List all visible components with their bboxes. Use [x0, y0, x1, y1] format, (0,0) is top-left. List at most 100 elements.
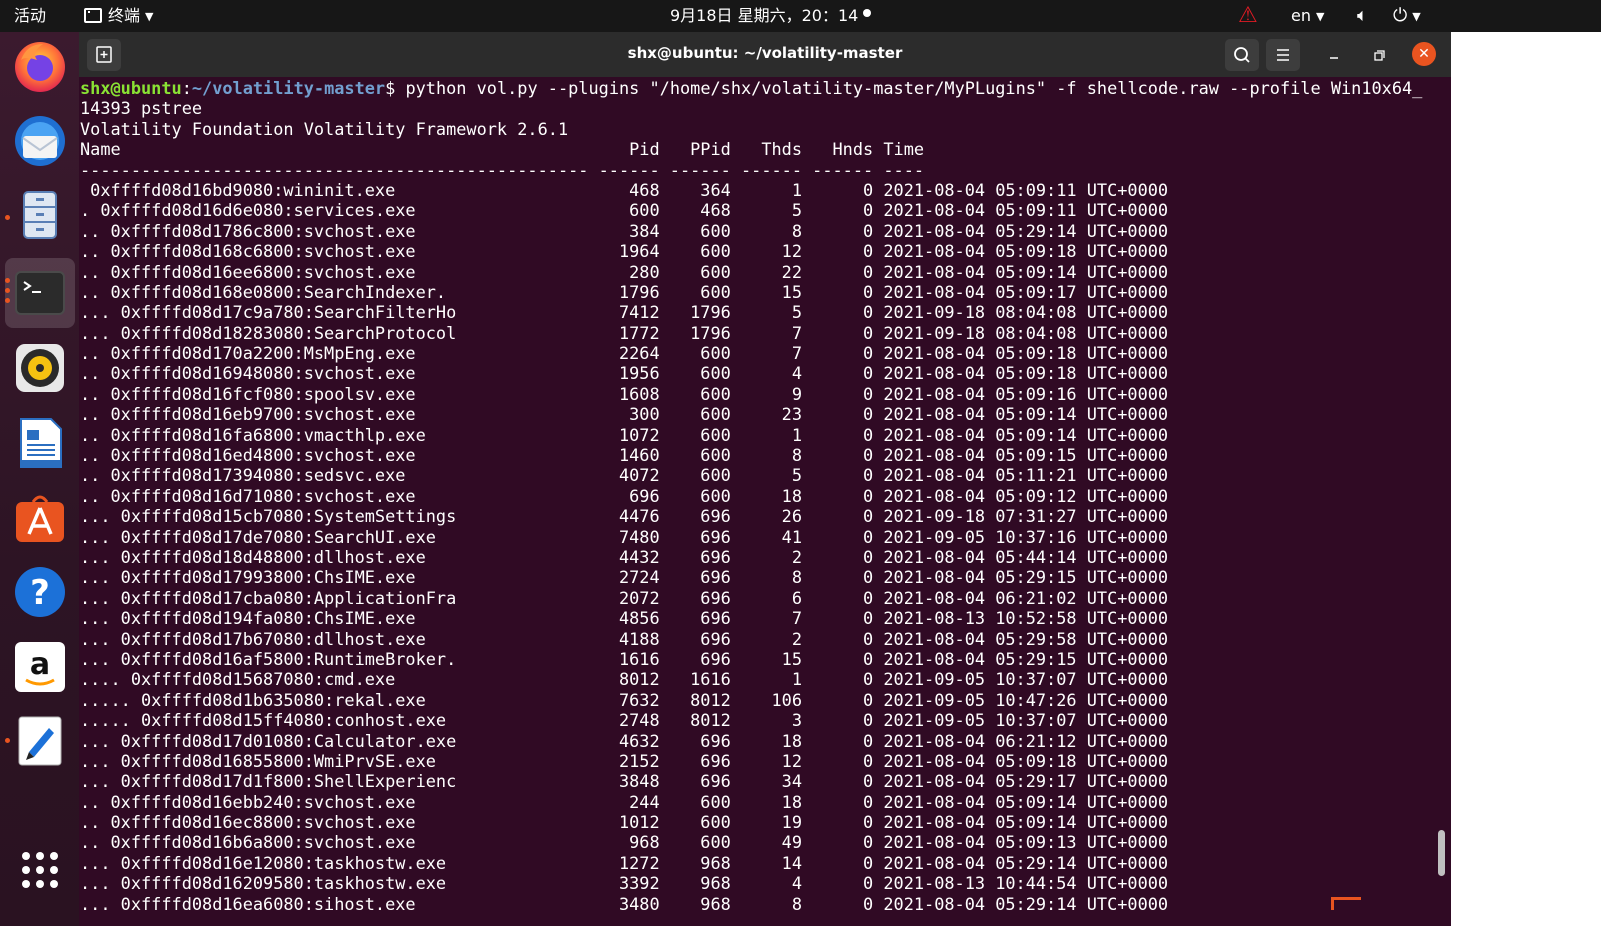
terminal-window: shx@ubuntu: ~/volatility-master ✕ shx@ub…	[79, 32, 1451, 926]
terminal-line: ... 0xffffd08d17cba080:ApplicationFra 20…	[80, 587, 1169, 608]
svg-text:a: a	[30, 647, 50, 682]
terminal-icon[interactable]	[13, 266, 67, 320]
volume-icon[interactable]: 🔈︎	[1357, 0, 1368, 32]
running-indicator	[5, 288, 10, 293]
chevron-down-icon: ▼	[1315, 10, 1325, 23]
terminal-line: ... 0xffffd08d16e12080:taskhostw.exe 127…	[80, 852, 1169, 873]
terminal-text: shx@ubuntu:~/volatility-master$ python v…	[80, 78, 1422, 914]
terminal-line: .. 0xffffd08d16fcf080:spoolsv.exe 1608 6…	[80, 383, 1169, 404]
chevron-down-icon: ▼	[145, 10, 154, 23]
terminal-line: .. 0xffffd08d16ec8800:svchost.exe 1012 6…	[80, 812, 1169, 833]
hamburger-icon	[1277, 49, 1289, 61]
chevron-down-icon: ▼	[1412, 10, 1421, 23]
terminal-output-area[interactable]: shx@ubuntu:~/volatility-master$ python v…	[79, 77, 1451, 926]
terminal-line: ... 0xffffd08d17c9a780:SearchFilterHo 74…	[80, 302, 1169, 323]
notification-dot-icon	[863, 9, 872, 17]
terminal-line: ..... 0xffffd08d1b635080:rekal.exe 7632 …	[80, 689, 1169, 710]
clock-label: 9月18日 星期六，20：14	[670, 6, 859, 25]
terminal-line: Volatility Foundation Volatility Framewo…	[80, 118, 569, 139]
terminal-line: .. 0xffffd08d16ed4800:svchost.exe 1460 6…	[80, 445, 1169, 466]
terminal-line: .. 0xffffd08d16948080:svchost.exe 1956 6…	[80, 363, 1169, 384]
search-icon	[1234, 47, 1250, 63]
command-text: python vol.py --plugins "/home/shx/volat…	[405, 78, 1423, 98]
terminal-line: ... 0xffffd08d16855800:WmiPrvSE.exe 2152…	[80, 750, 1169, 771]
clock[interactable]: 9月18日 星期六，20：14	[670, 0, 872, 32]
scrollbar[interactable]	[1438, 830, 1445, 876]
running-indicator	[5, 215, 10, 220]
close-button[interactable]: ✕	[1412, 42, 1436, 66]
terminal-line: .. 0xffffd08d16d71080:svchost.exe 696 60…	[80, 485, 1169, 506]
terminal-line: 14393 pstree	[80, 98, 203, 119]
new-tab-icon	[96, 46, 112, 63]
prompt-user: shx@ubuntu	[80, 78, 182, 98]
terminal-line: ... 0xffffd08d16af5800:RuntimeBroker. 16…	[80, 648, 1169, 669]
terminal-line: ... 0xffffd08d18d48800:dllhost.exe 4432 …	[80, 546, 1169, 567]
language-menu[interactable]: en ▼	[1291, 0, 1324, 32]
terminal-line: .. 0xffffd08d16b6a800:svchost.exe 968 60…	[80, 832, 1169, 853]
text-editor-icon[interactable]	[13, 714, 67, 768]
minimize-icon	[1330, 57, 1338, 59]
help-icon[interactable]: ?	[13, 565, 67, 619]
terminal-line: .. 0xffffd08d1786c800:svchost.exe 384 60…	[80, 220, 1169, 241]
terminal-line: .. 0xffffd08d16eb9700:svchost.exe 300 60…	[80, 404, 1169, 425]
terminal-line: ... 0xffffd08d194fa080:ChsIME.exe 4856 6…	[80, 608, 1169, 629]
terminal-line: ... 0xffffd08d15cb7080:SystemSettings 44…	[80, 506, 1169, 527]
minimize-button[interactable]	[1319, 39, 1349, 71]
terminal-line: .. 0xffffd08d168e0800:SearchIndexer. 179…	[80, 281, 1169, 302]
terminal-line: .... 0xffffd08d15687080:cmd.exe 8012 161…	[80, 669, 1169, 690]
power-icon: ⏻	[1393, 5, 1408, 26]
terminal-line: ... 0xffffd08d17de7080:SearchUI.exe 7480…	[80, 526, 1169, 547]
terminal-line: .. 0xffffd08d168c6800:svchost.exe 1964 6…	[80, 241, 1169, 262]
terminal-lines: 14393 pstree Volatility Foundation Volati…	[80, 98, 1422, 914]
terminal-line: ... 0xffffd08d16ea6080:sihost.exe 3480 9…	[80, 893, 1169, 914]
dock: ? a	[0, 32, 79, 926]
top-bar: 活动 终端 ▼ 9月18日 星期六，20：14 ⚠ en ▼ 🔈︎ ⏻ ▼	[0, 0, 1601, 32]
thunderbird-icon[interactable]	[13, 114, 67, 168]
terminal-line: ... 0xffffd08d18283080:SearchProtocol 17…	[80, 322, 1169, 343]
terminal-line: .. 0xffffd08d16ebb240:svchost.exe 244 60…	[80, 791, 1169, 812]
warning-icon[interactable]: ⚠	[1238, 0, 1258, 32]
show-applications-icon[interactable]	[13, 844, 67, 898]
files-icon[interactable]	[13, 188, 67, 242]
svg-text:?: ?	[30, 573, 50, 613]
rhythmbox-icon[interactable]	[13, 341, 67, 395]
terminal-line: ----------------------------------------…	[80, 159, 925, 180]
prompt-separator: :	[181, 78, 192, 98]
running-indicator	[5, 278, 10, 283]
prompt-path: ~/volatility-master	[191, 78, 386, 98]
terminal-line: ... 0xffffd08d17d01080:Calculator.exe 46…	[80, 730, 1169, 751]
maximize-button[interactable]	[1364, 39, 1394, 71]
terminal-line: .. 0xffffd08d17394080:sedsvc.exe 4072 60…	[80, 465, 1169, 486]
terminal-line: 0xffffd08d16bd9080:wininit.exe 468 364 1…	[80, 179, 1169, 200]
new-tab-button[interactable]	[87, 39, 121, 71]
terminal-line: ... 0xffffd08d16209580:taskhostw.exe 339…	[80, 873, 1169, 894]
activities-button[interactable]: 活动	[14, 0, 46, 32]
prompt-symbol: $	[385, 78, 406, 98]
terminal-prompt-line: shx@ubuntu:~/volatility-master$ python v…	[80, 78, 1422, 98]
app-menu[interactable]: 终端 ▼	[84, 0, 153, 32]
close-icon: ✕	[1418, 46, 1430, 62]
terminal-app-icon	[84, 8, 102, 23]
language-label: en	[1291, 6, 1311, 25]
terminal-line: Name Pid PPid Thds Hnds Time	[80, 139, 925, 160]
terminal-line: .. 0xffffd08d16fa6800:vmacthlp.exe 1072 …	[80, 424, 1169, 445]
desktop-widget-corner	[1331, 897, 1361, 910]
amazon-icon[interactable]: a	[13, 640, 67, 694]
firefox-icon[interactable]	[13, 40, 67, 94]
search-button[interactable]	[1225, 39, 1259, 71]
software-icon[interactable]	[13, 490, 67, 544]
power-menu[interactable]: ⏻ ▼	[1393, 0, 1421, 32]
desktop-background	[1451, 32, 1601, 926]
window-header-bar: shx@ubuntu: ~/volatility-master ✕	[79, 32, 1451, 77]
terminal-line: ... 0xffffd08d17d1f800:ShellExperienc 38…	[80, 771, 1169, 792]
terminal-line: ... 0xffffd08d17b67080:dllhost.exe 4188 …	[80, 628, 1169, 649]
restore-icon	[1374, 50, 1385, 61]
menu-button[interactable]	[1266, 39, 1300, 71]
terminal-line: ... 0xffffd08d17993800:ChsIME.exe 2724 6…	[80, 567, 1169, 588]
terminal-line: .. 0xffffd08d16ee6800:svchost.exe 280 60…	[80, 261, 1169, 282]
running-indicator	[5, 298, 10, 303]
terminal-line: .. 0xffffd08d170a2200:MsMpEng.exe 2264 6…	[80, 343, 1169, 364]
terminal-line: . 0xffffd08d16d6e080:services.exe 600 46…	[80, 200, 1169, 221]
running-indicator	[5, 738, 10, 743]
writer-icon[interactable]	[13, 416, 67, 470]
